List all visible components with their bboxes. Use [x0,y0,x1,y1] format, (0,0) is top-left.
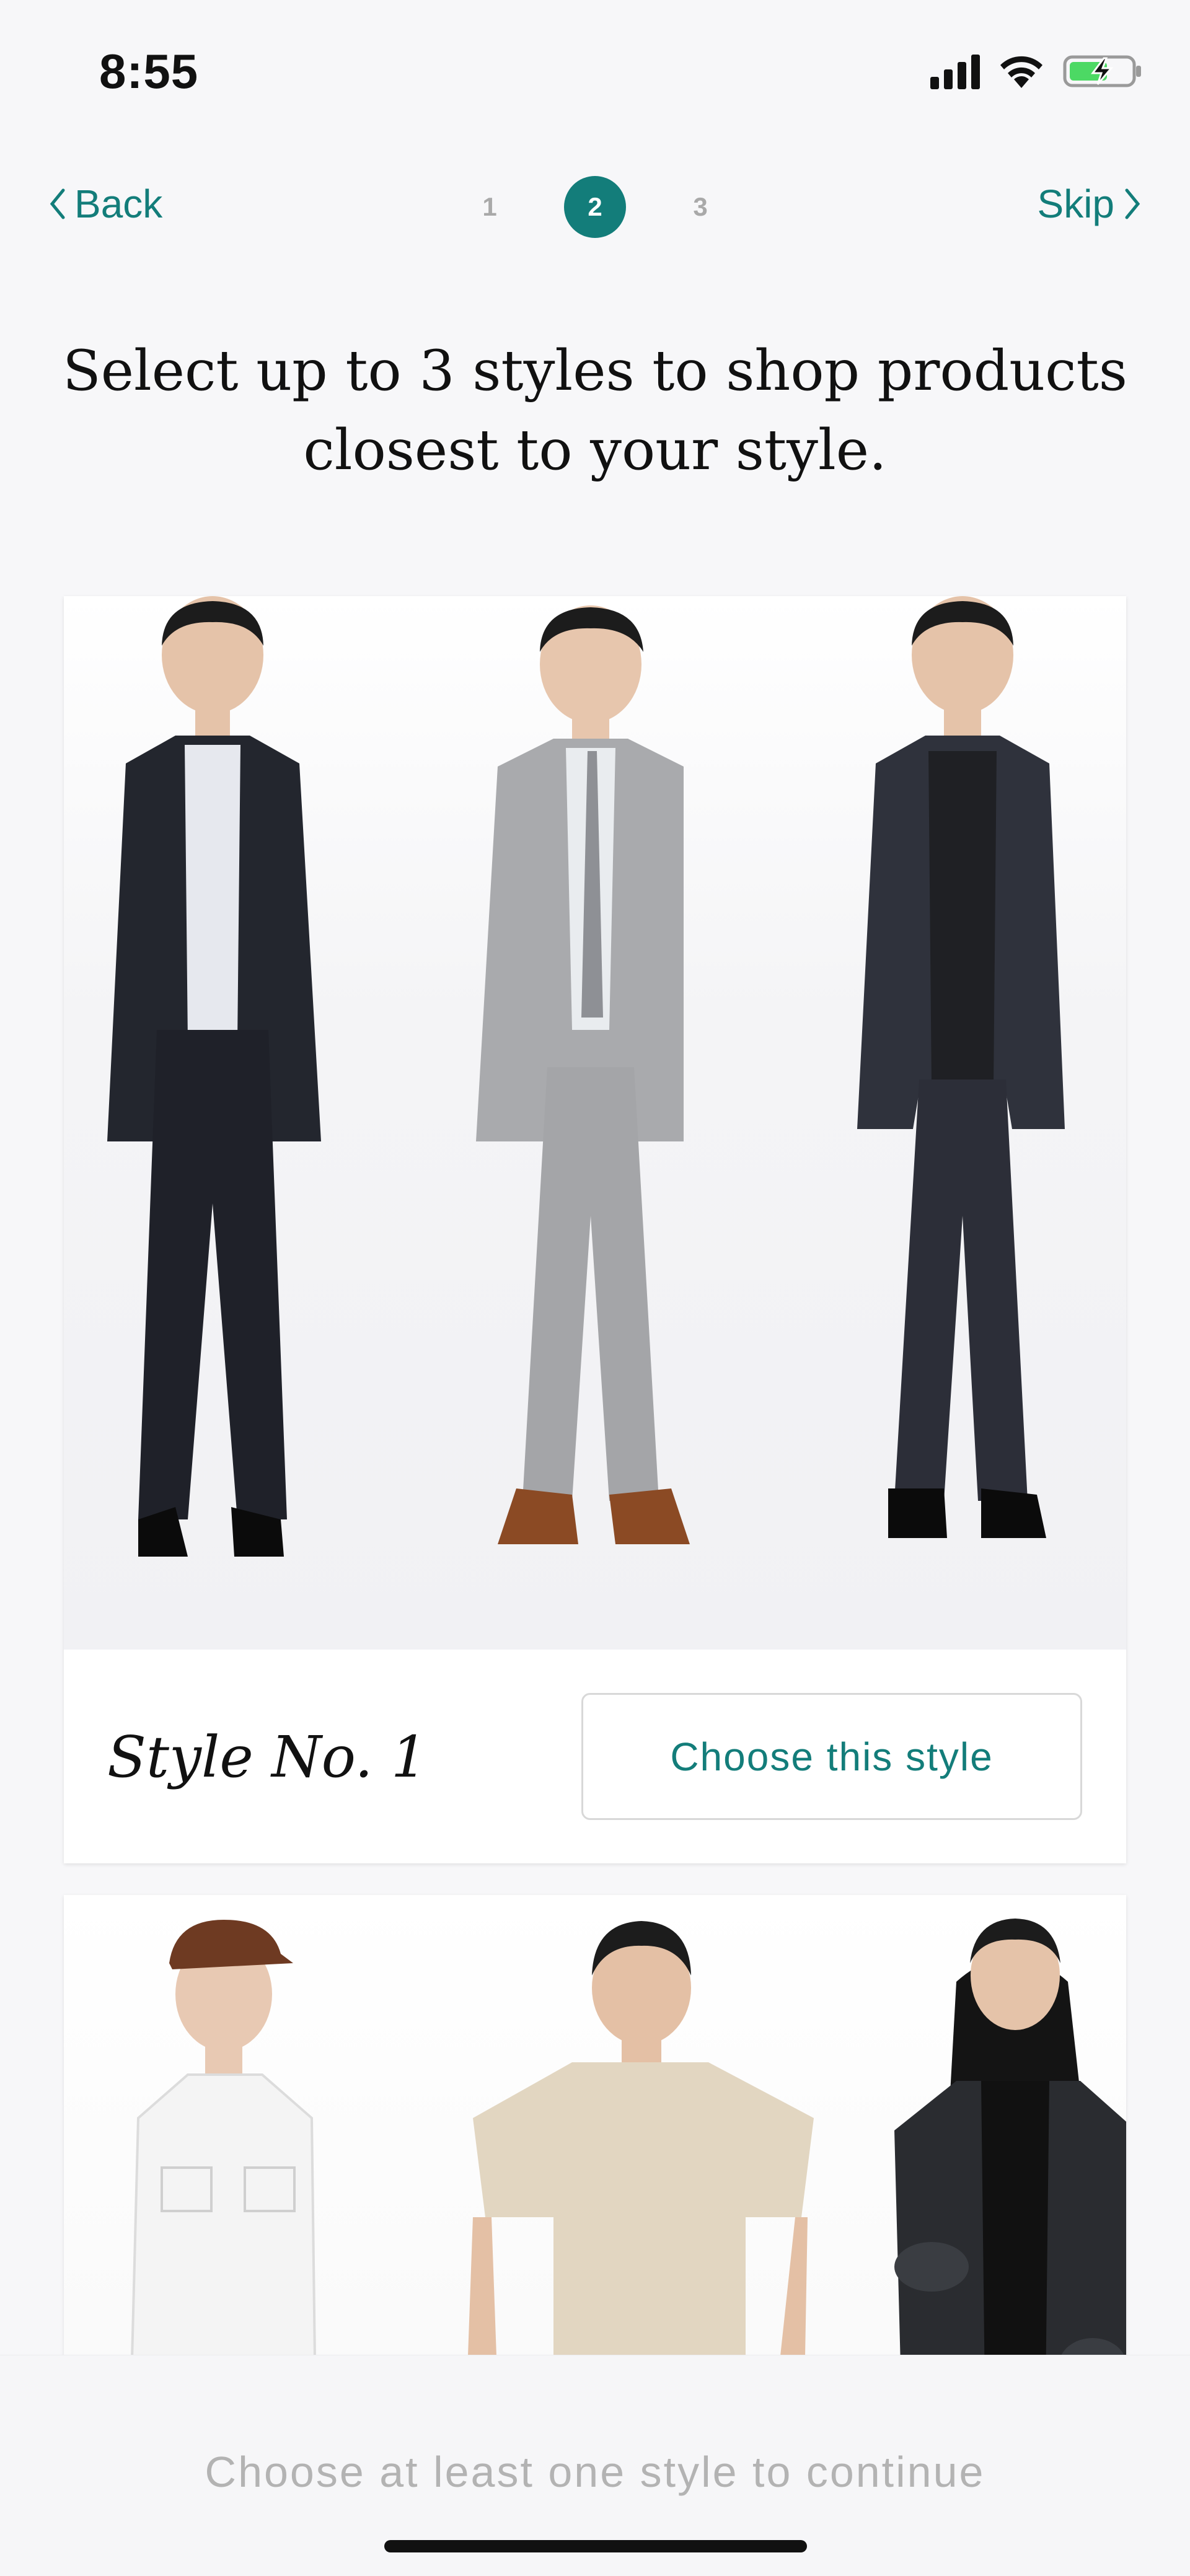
battery-charging-icon [1063,53,1144,89]
back-label: Back [74,182,163,226]
status-bar: 8:55 [0,0,1190,143]
signal-icon [930,53,980,89]
wifi-icon [997,53,1046,89]
skip-button[interactable]: Skip [1038,181,1142,227]
model-figure-1 [107,596,321,1557]
skip-label: Skip [1037,182,1115,226]
style-outfits-image [64,596,1126,1650]
bottom-action-bar: Choose at least one style to continue [0,2355,1190,2576]
model-figure-3 [857,596,1065,1538]
style-card: Style No. 1 Choose this style [64,596,1126,1863]
chevron-left-icon [50,188,65,219]
continue-button-disabled[interactable]: Choose at least one style to continue [0,2447,1190,2497]
step-indicator: 1 2 3 [459,174,731,242]
style-label: Style No. 1 [107,1724,428,1790]
status-time: 8:55 [99,44,199,99]
back-button[interactable]: Back [48,181,162,227]
onboarding-nav: Back 1 2 3 Skip [0,174,1190,242]
step-1: 1 [482,192,497,221]
style-card-footer: Style No. 1 Choose this style [64,1650,1126,1863]
choose-style-button[interactable]: Choose this style [581,1693,1082,1820]
chevron-right-icon [1125,188,1140,219]
page-heading: Select up to 3 styles to shop products c… [63,338,1127,483]
status-icons [930,53,1144,89]
step-3: 3 [693,192,708,221]
step-2-active: 2 [564,176,626,238]
home-indicator [384,2540,807,2552]
model-figure-2 [476,605,690,1544]
